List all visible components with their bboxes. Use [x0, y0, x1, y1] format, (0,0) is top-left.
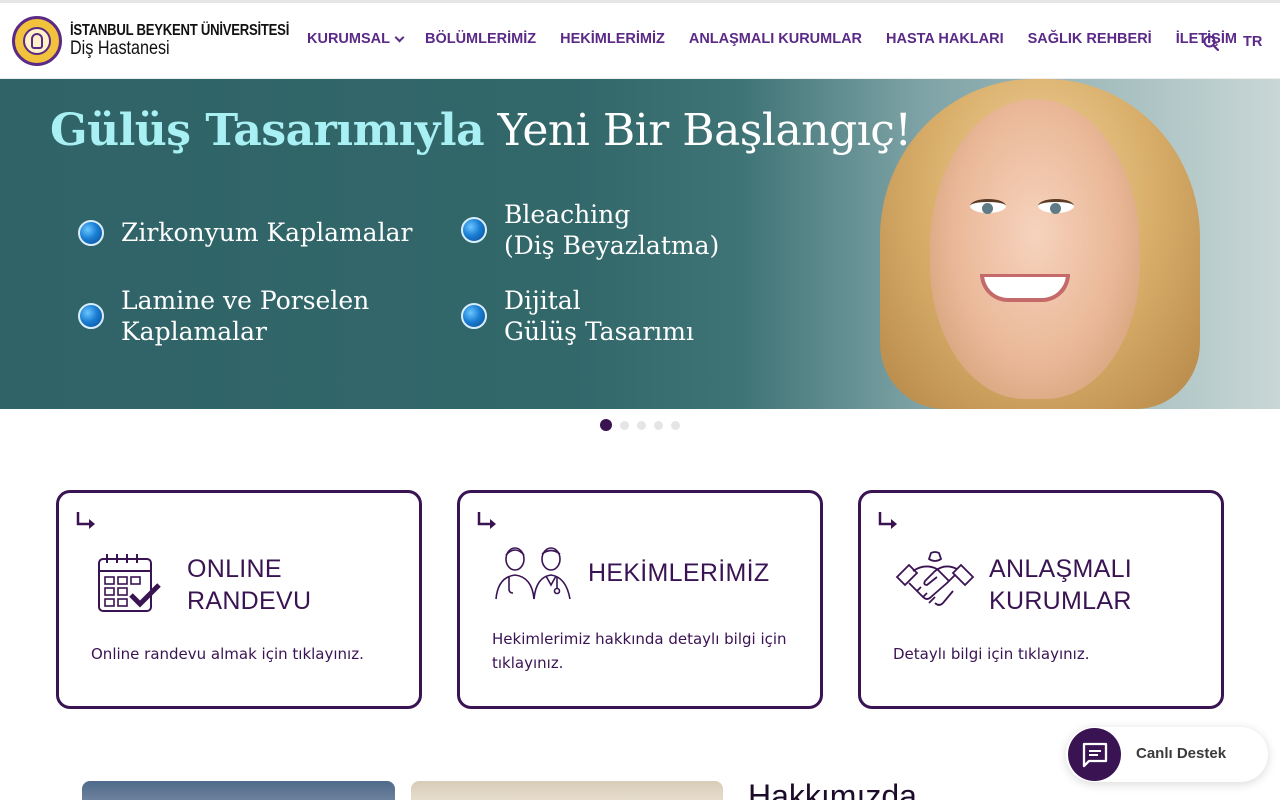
card-description: Online randevu almak için tıklayınız.: [91, 645, 364, 663]
slider-dot-4[interactable]: [654, 420, 663, 430]
feature-item: Bleaching (Diş Beyazlatma): [461, 199, 719, 261]
clinic-photo-thumbnail: [411, 781, 723, 800]
blue-bullet-icon: [78, 303, 104, 329]
blue-bullet-icon: [78, 219, 104, 246]
nav-kurumsal[interactable]: KURUMSAL: [307, 31, 405, 47]
university-seal-icon: [12, 16, 62, 66]
card-description: Hekimlerimiz hakkında detaylı bilgi için…: [492, 630, 787, 672]
online-randevu-card[interactable]: ONLINE RANDEVU Online randevu almak için …: [56, 490, 422, 709]
site-header: İSTANBUL BEYKENT ÜNİVERSİTESİ Diş Hastan…: [0, 0, 1280, 79]
campus-photo-thumbnail: [82, 781, 395, 800]
logo-line1: İSTANBUL BEYKENT ÜNİVERSİTESİ: [70, 21, 290, 39]
slider-dot-5[interactable]: [671, 420, 680, 430]
blue-bullet-icon: [461, 217, 487, 243]
arrow-down-right-icon: [878, 512, 897, 529]
card-description: Detaylı bilgi için tıklayınız.: [893, 645, 1090, 663]
hekimlerimiz-card[interactable]: HEKİMLERİMİZ Hekimlerimiz hakkında detay…: [457, 490, 823, 709]
search-icon[interactable]: [1203, 35, 1219, 51]
nav-hasta-haklari[interactable]: HASTA HAKLARI: [886, 31, 1004, 47]
live-support-label: Canlı Destek: [1136, 745, 1227, 762]
slider-dots: [600, 419, 688, 431]
nav-anlasmali-kurumlar[interactable]: ANLAŞMALI KURUMLAR: [689, 31, 862, 47]
blue-bullet-icon: [461, 303, 487, 329]
nav-hekimlerimiz[interactable]: HEKİMLERİMİZ: [560, 31, 665, 47]
chat-icon: [1082, 742, 1108, 768]
doctors-icon: [495, 547, 571, 600]
logo-line2: Diş Hastanesi: [70, 38, 170, 60]
slider-dot-3[interactable]: [637, 420, 646, 430]
slider-dot-1[interactable]: [600, 419, 612, 431]
card-title: ANLAŞMALI KURUMLAR: [989, 555, 1133, 615]
chevron-down-icon: [394, 32, 405, 42]
feature-item: Lamine ve Porselen Kaplamalar: [78, 285, 369, 347]
card-title: ONLINE RANDEVU: [187, 555, 312, 615]
slider-dot-2[interactable]: [620, 420, 629, 430]
arrow-down-right-icon: [76, 512, 95, 529]
main-nav: KURUMSAL BÖLÜMLERİMİZ HEKİMLERİMİZ ANLAŞ…: [307, 31, 1237, 47]
arrow-down-right-icon: [477, 512, 496, 529]
calendar-check-icon: [98, 554, 161, 612]
feature-item: Dijital Gülüş Tasarımı: [461, 285, 694, 347]
live-support-widget[interactable]: Canlı Destek: [1066, 727, 1268, 782]
card-title: HEKİMLERİMİZ: [588, 559, 770, 587]
hero-slider[interactable]: Gülüş Tasarımıyla Yeni Bir Başlangıç! Zi…: [0, 79, 1280, 409]
anlasmali-kurumlar-card[interactable]: ANLAŞMALI KURUMLAR Detaylı bilgi için tık…: [858, 490, 1224, 709]
language-selector[interactable]: TR: [1243, 34, 1262, 50]
about-heading[interactable]: Hakkımızda: [748, 778, 917, 800]
nav-saglik-rehberi[interactable]: SAĞLIK REHBERİ: [1028, 31, 1152, 47]
nav-bolumlerimiz[interactable]: BÖLÜMLERİMİZ: [425, 31, 536, 47]
logo[interactable]: İSTANBUL BEYKENT ÜNİVERSİTESİ Diş Hastan…: [12, 16, 337, 66]
feature-item: Zirkonyum Kaplamalar: [78, 217, 412, 248]
hero-title: Gülüş Tasarımıyla Yeni Bir Başlangıç!: [50, 105, 912, 156]
handshake-icon: [895, 551, 975, 606]
